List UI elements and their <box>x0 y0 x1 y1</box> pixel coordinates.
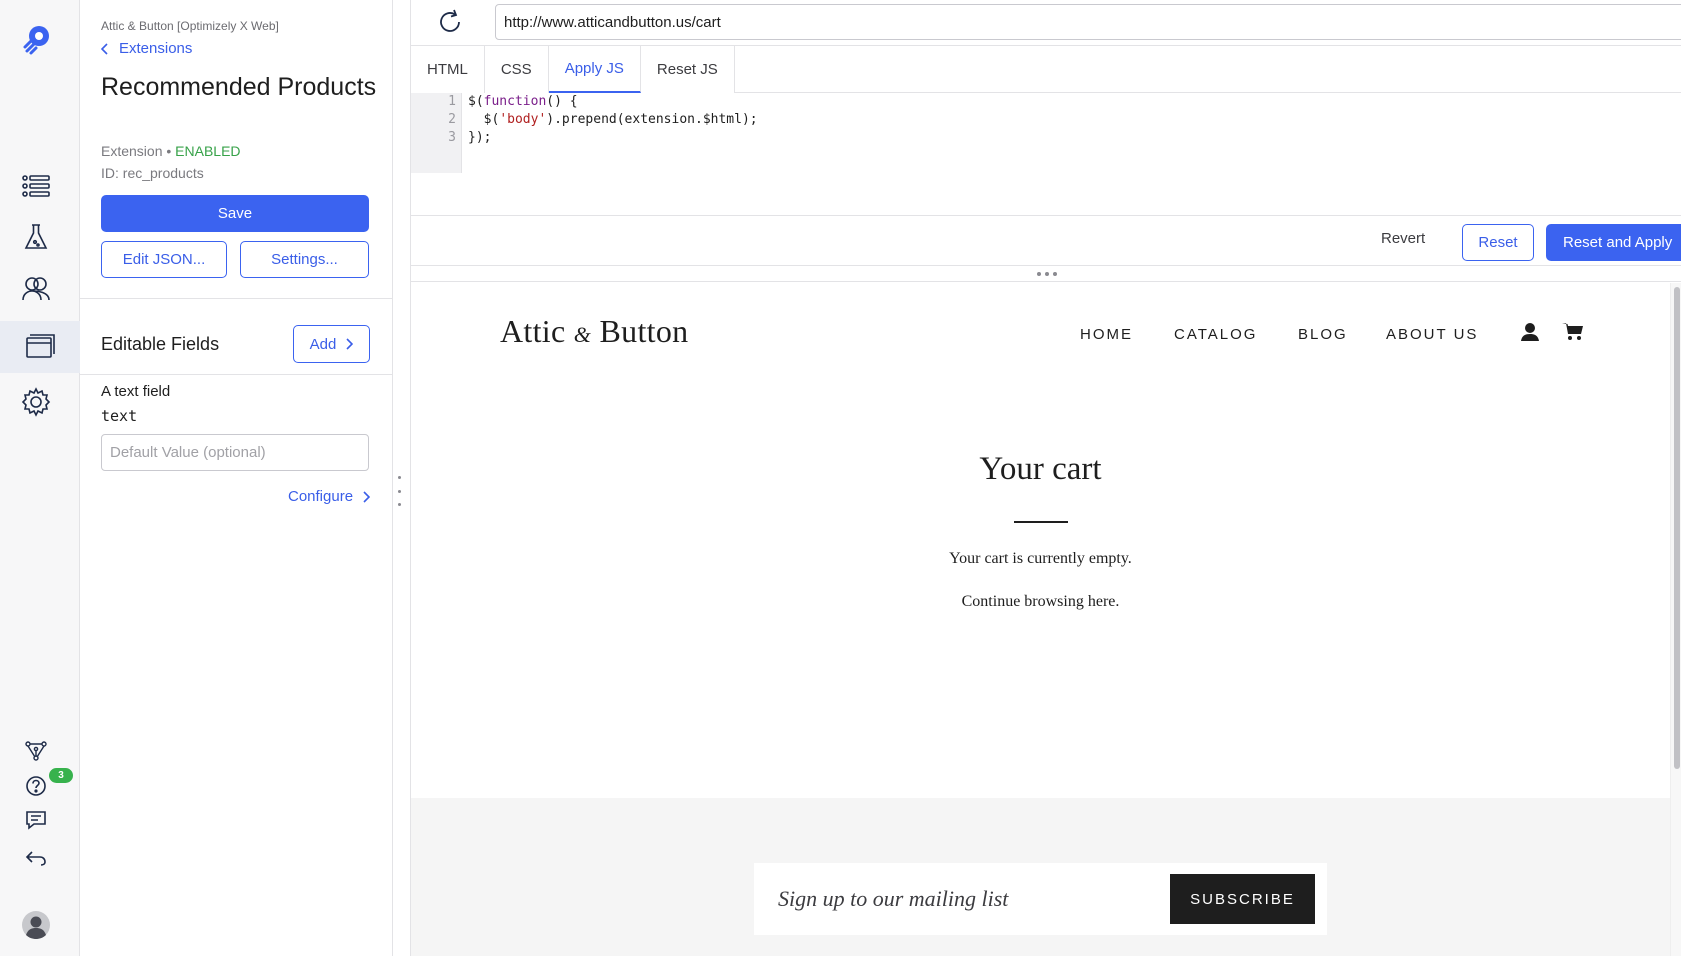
url-bar <box>411 0 1681 46</box>
gear-icon[interactable] <box>16 382 56 422</box>
nav-home[interactable]: HOME <box>1080 326 1133 343</box>
project-name: Attic & Button [Optimizely X Web] <box>101 19 279 33</box>
logo-icon[interactable] <box>16 20 56 60</box>
site-footer: SUBSCRIBE <box>411 798 1670 956</box>
nav-blog[interactable]: BLOG <box>1298 326 1348 343</box>
url-input[interactable] <box>495 4 1681 40</box>
chat-icon[interactable] <box>16 800 56 840</box>
tab-apply-js[interactable]: Apply JS <box>548 46 641 93</box>
continue-browsing-link[interactable]: Continue browsing here. <box>411 593 1670 611</box>
add-field-button[interactable]: Add <box>293 325 370 363</box>
cart-empty-message: Your cart is currently empty. <box>949 550 1132 567</box>
cart-icon[interactable] <box>1561 320 1585 344</box>
line-number: 2 <box>448 112 456 127</box>
scrollbar-thumb[interactable] <box>1674 287 1680 769</box>
cart-title: Your cart <box>979 451 1102 487</box>
reset-and-apply-button[interactable]: Reset and Apply <box>1546 224 1681 261</box>
type-label: Extension <box>101 143 163 159</box>
field-label: A text field <box>101 383 171 400</box>
newsletter-email-input[interactable] <box>754 863 1159 935</box>
site-logo[interactable]: Attic & Button <box>500 313 688 350</box>
save-button[interactable]: Save <box>101 195 369 232</box>
avatar-icon[interactable] <box>16 905 56 945</box>
page-title: Recommended Products <box>101 73 377 101</box>
code-line: $('body').prepend(extension.$html); <box>468 112 758 127</box>
help-badge: 3 <box>49 768 73 783</box>
configure-label: Configure <box>288 488 354 505</box>
status-badge: ENABLED <box>175 143 241 159</box>
line-number: 3 <box>448 130 456 145</box>
editor-actions: Revert Reset Reset and Apply <box>411 216 1681 266</box>
newsletter-form: SUBSCRIBE <box>754 863 1327 935</box>
chevron-right-icon <box>363 490 371 503</box>
subscribe-button[interactable]: SUBSCRIBE <box>1170 874 1315 924</box>
edit-json-button[interactable]: Edit JSON... <box>101 241 227 278</box>
reload-icon[interactable] <box>435 7 465 37</box>
code-line: }); <box>468 130 492 145</box>
settings-button[interactable]: Settings... <box>240 241 369 278</box>
default-value-input[interactable] <box>101 434 369 471</box>
tab-reset-js[interactable]: Reset JS <box>640 46 735 93</box>
title-divider <box>1014 521 1068 523</box>
flask-icon[interactable] <box>16 217 56 257</box>
nav-about-us[interactable]: ABOUT US <box>1386 326 1478 343</box>
extension-id: ID: rec_products <box>101 165 204 181</box>
nav-catalog[interactable]: CATALOG <box>1174 326 1257 343</box>
back-label: Extensions <box>119 40 193 57</box>
list-icon[interactable] <box>16 166 56 206</box>
chevron-right-icon <box>346 338 354 350</box>
line-gutter: 1 2 3 <box>411 93 462 173</box>
field-type: text <box>101 407 138 425</box>
add-label: Add <box>309 335 337 353</box>
editor-area: HTML CSS Apply JS Reset JS 1 2 3 $(funct… <box>410 0 1681 956</box>
chevron-left-icon <box>101 42 108 55</box>
code-tabs: HTML CSS Apply JS Reset JS <box>411 46 1681 93</box>
icon-rail: 3 <box>0 0 80 956</box>
editable-fields-title: Editable Fields <box>101 334 220 354</box>
divider <box>80 374 393 375</box>
tab-css[interactable]: CSS <box>484 46 549 93</box>
back-to-extensions-link[interactable]: Extensions <box>101 40 192 57</box>
code-editor[interactable]: 1 2 3 $(function() { $('body').prepend(e… <box>411 93 1681 216</box>
panel-resize-handle[interactable] <box>396 476 402 506</box>
graph-icon[interactable] <box>16 731 56 771</box>
editor-resize-handle[interactable] <box>411 266 1681 282</box>
line-number: 1 <box>448 94 456 109</box>
meta-separator: • <box>162 143 176 159</box>
reset-button[interactable]: Reset <box>1462 224 1534 261</box>
extension-panel: Attic & Button [Optimizely X Web] Extens… <box>80 0 393 956</box>
configure-link[interactable]: Configure <box>288 488 371 505</box>
account-icon[interactable] <box>1518 320 1542 344</box>
return-icon[interactable] <box>16 838 56 878</box>
extensions-icon[interactable] <box>0 321 80 373</box>
tab-html[interactable]: HTML <box>411 46 485 93</box>
audiences-icon[interactable] <box>16 268 56 308</box>
site-preview: Attic & Button HOME CATALOG BLOG ABOUT U… <box>411 283 1670 956</box>
revert-button[interactable]: Revert <box>1381 230 1425 247</box>
preview-scrollbar[interactable] <box>1670 283 1681 956</box>
divider <box>80 298 393 299</box>
code-lines: $(function() { $('body').prepend(extensi… <box>468 93 758 147</box>
extension-meta: Extension • ENABLED <box>101 143 241 159</box>
code-line: $(function() { <box>468 94 578 109</box>
